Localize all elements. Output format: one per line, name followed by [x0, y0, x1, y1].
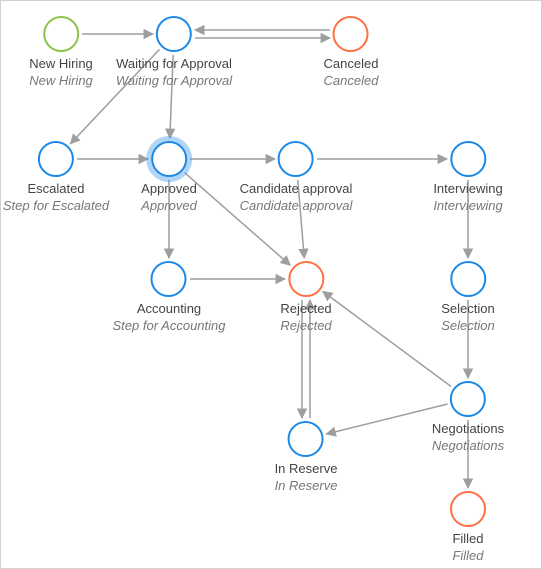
node-subtitle: Waiting for Approval: [116, 73, 232, 89]
node-subtitle: Approved: [141, 198, 197, 214]
state-circle-icon: [450, 261, 486, 297]
node-negotiations[interactable]: NegotiationsNegotiations: [432, 381, 504, 455]
edge-line: [326, 404, 447, 434]
node-title: Filled: [450, 531, 486, 547]
node-subtitle: Rejected: [280, 318, 331, 334]
state-circle-icon: [43, 16, 79, 52]
node-subtitle: Step for Accounting: [113, 318, 226, 334]
node-title: Interviewing: [433, 181, 502, 197]
node-canceled[interactable]: CanceledCanceled: [324, 16, 379, 90]
node-interviewing[interactable]: InterviewingInterviewing: [433, 141, 502, 215]
node-in_reserve[interactable]: In ReserveIn Reserve: [275, 421, 338, 495]
node-subtitle: Canceled: [324, 73, 379, 89]
edge-line: [323, 291, 451, 386]
node-title: Waiting for Approval: [116, 56, 232, 72]
state-circle-icon: [450, 141, 486, 177]
node-subtitle: Selection: [441, 318, 494, 334]
node-title: Accounting: [113, 301, 226, 317]
node-escalated[interactable]: EscalatedStep for Escalated: [3, 141, 109, 215]
node-title: Selection: [441, 301, 494, 317]
node-accounting[interactable]: AccountingStep for Accounting: [113, 261, 226, 335]
state-circle-icon: [151, 261, 187, 297]
node-title: Negotiations: [432, 421, 504, 437]
node-subtitle: Filled: [450, 548, 486, 564]
node-subtitle: Negotiations: [432, 438, 504, 454]
state-circle-icon: [38, 141, 74, 177]
state-circle-icon: [278, 141, 314, 177]
node-title: Rejected: [280, 301, 331, 317]
node-title: Escalated: [3, 181, 109, 197]
node-subtitle: New Hiring: [29, 73, 93, 89]
state-circle-icon: [156, 16, 192, 52]
node-approved[interactable]: ApprovedApproved: [141, 141, 197, 215]
node-title: In Reserve: [275, 461, 338, 477]
node-rejected[interactable]: RejectedRejected: [280, 261, 331, 335]
node-waiting[interactable]: Waiting for ApprovalWaiting for Approval: [116, 16, 232, 90]
node-title: Candidate approval: [240, 181, 353, 197]
node-candidate[interactable]: Candidate approvalCandidate approval: [240, 141, 353, 215]
node-new_hiring[interactable]: New HiringNew Hiring: [29, 16, 93, 90]
node-title: Approved: [141, 181, 197, 197]
node-filled[interactable]: FilledFilled: [450, 491, 486, 565]
workflow-diagram: New HiringNew Hiring Waiting for Approval…: [0, 0, 542, 569]
node-title: Canceled: [324, 56, 379, 72]
node-selection[interactable]: SelectionSelection: [441, 261, 494, 335]
state-circle-icon: [288, 421, 324, 457]
node-title: New Hiring: [29, 56, 93, 72]
node-subtitle: In Reserve: [275, 478, 338, 494]
state-circle-icon: [450, 491, 486, 527]
state-circle-icon: [333, 16, 369, 52]
state-circle-icon: [288, 261, 324, 297]
node-subtitle: Candidate approval: [240, 198, 353, 214]
state-circle-icon: [151, 141, 187, 177]
node-subtitle: Step for Escalated: [3, 198, 109, 214]
node-subtitle: Interviewing: [433, 198, 502, 214]
state-circle-icon: [450, 381, 486, 417]
